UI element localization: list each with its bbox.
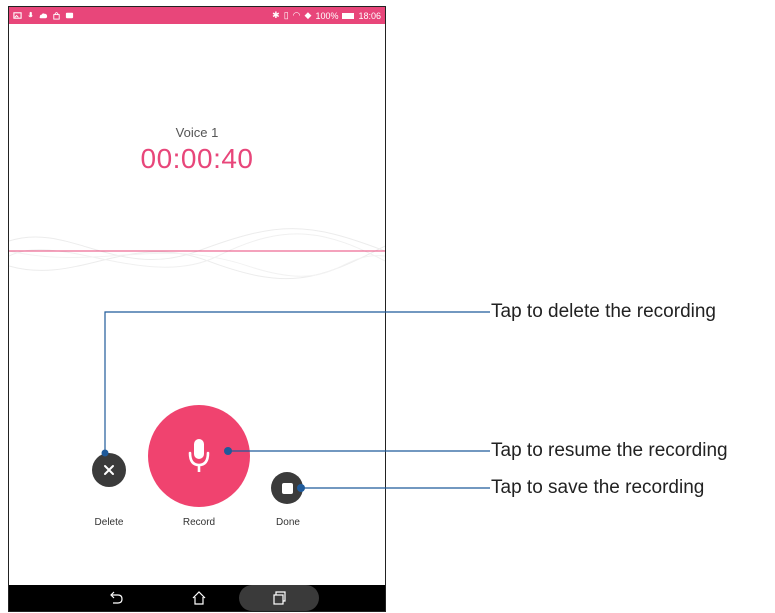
home-icon[interactable] [191,591,207,605]
recording-title: Voice 1 [175,125,219,140]
bluetooth-icon: ✱ [272,10,280,20]
recent-apps-icon[interactable] [271,591,287,605]
back-icon[interactable] [108,591,124,605]
resume-annotation: Tap to resume the recording [491,440,728,461]
lock-status-icon [53,12,60,20]
clock: 18:06 [358,10,381,21]
stop-icon [281,482,293,494]
done-label: Done [276,517,300,528]
done-button[interactable] [271,472,303,504]
wifi-icon: ◠ [292,10,301,20]
close-icon [104,465,114,475]
waveform [9,228,385,280]
battery-percent: 100% [315,10,339,21]
recording-timer: 00:00:40 [140,143,254,174]
save-annotation: Tap to save the recording [491,477,705,498]
navigation-bar [9,585,385,611]
delete-button[interactable] [92,453,126,487]
gallery-icon [65,12,74,19]
cloud-icon [39,13,48,19]
record-label: Record [182,517,216,528]
battery-icon [342,12,355,19]
status-bar: ✱ ▯ ◠ ◆ 100% 18:06 [9,7,385,24]
mic-status-icon [28,11,33,18]
record-button[interactable] [148,405,250,507]
microphone-icon [188,439,210,472]
delete-label: Delete [94,517,124,528]
battery-saver-icon: ◆ [304,10,312,20]
delete-annotation: Tap to delete the recording [491,301,716,322]
image-icon [13,12,22,19]
phone-screen: ✱ ▯ ◠ ◆ 100% 18:06 Voice 1 00:00:40 Dele… [8,6,386,612]
vibrate-icon: ▯ [283,10,289,20]
